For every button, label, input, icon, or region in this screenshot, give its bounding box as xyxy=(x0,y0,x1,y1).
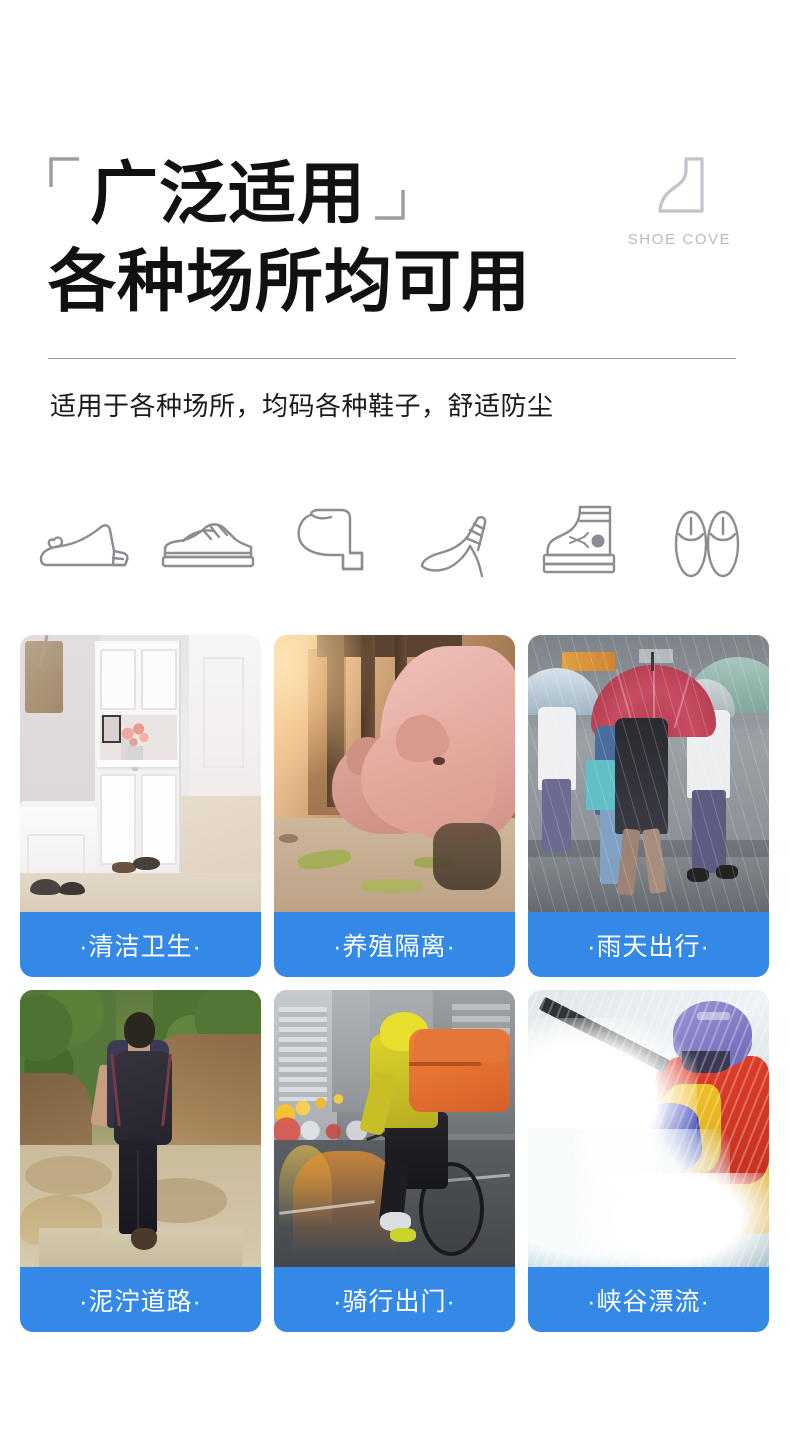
page-title-main: 广泛适用 xyxy=(90,156,367,232)
scenario-caption: ·峡谷漂流· xyxy=(528,1267,769,1332)
bracket-open-icon xyxy=(48,156,82,195)
high-heel-icon xyxy=(402,499,512,589)
page-header: SHOE COVE 广泛适用 各种场所均可用 适用于各种场所，均码各种鞋子，舒适… xyxy=(0,0,790,470)
scenario-card[interactable]: ·养殖隔离· xyxy=(274,635,515,977)
scenario-caption: ·泥泞道路· xyxy=(20,1267,261,1332)
ankle-boot-icon xyxy=(278,499,388,589)
scenario-card-grid: ·清洁卫生· ·养殖隔离· ·雨天出行· ·泥泞道路· ·骑行出门· ·峡谷漂流… xyxy=(20,635,770,1332)
bracket-close-icon xyxy=(372,187,406,226)
page-title-sub: 各种场所均可用 xyxy=(48,244,532,320)
sneaker-icon xyxy=(153,499,263,589)
scenario-caption: ·清洁卫生· xyxy=(20,912,261,977)
flat-shoe-icon xyxy=(28,499,138,589)
scenario-photo-rafting xyxy=(528,990,769,1267)
scenario-photo-muddyroad xyxy=(20,990,261,1267)
scenario-card[interactable]: ·峡谷漂流· xyxy=(528,990,769,1332)
scenario-caption: ·骑行出门· xyxy=(274,1267,515,1332)
header-divider xyxy=(48,358,736,359)
slippers-icon xyxy=(652,499,762,589)
scenario-card[interactable]: ·雨天出行· xyxy=(528,635,769,977)
scenario-photo-cyclist xyxy=(274,990,515,1267)
title-block: 广泛适用 各种场所均可用 xyxy=(48,148,708,319)
work-boot-icon xyxy=(527,499,637,589)
scenario-card[interactable]: ·骑行出门· xyxy=(274,990,515,1332)
page-subtitle: 适用于各种场所，均码各种鞋子，舒适防尘 xyxy=(50,391,554,421)
shoe-type-icon-strip xyxy=(28,496,762,592)
scenario-card[interactable]: ·泥泞道路· xyxy=(20,990,261,1332)
scenario-photo-entryway xyxy=(20,635,261,912)
scenario-caption: ·雨天出行· xyxy=(528,912,769,977)
scenario-photo-pigfarm xyxy=(274,635,515,912)
scenario-photo-rainstreet xyxy=(528,635,769,912)
product-detail-page: SHOE COVE 广泛适用 各种场所均可用 适用于各种场所，均码各种鞋子，舒适… xyxy=(0,0,790,1432)
title-line-1: 广泛适用 xyxy=(48,148,708,240)
scenario-caption: ·养殖隔离· xyxy=(274,912,515,977)
scenario-card[interactable]: ·清洁卫生· xyxy=(20,635,261,977)
